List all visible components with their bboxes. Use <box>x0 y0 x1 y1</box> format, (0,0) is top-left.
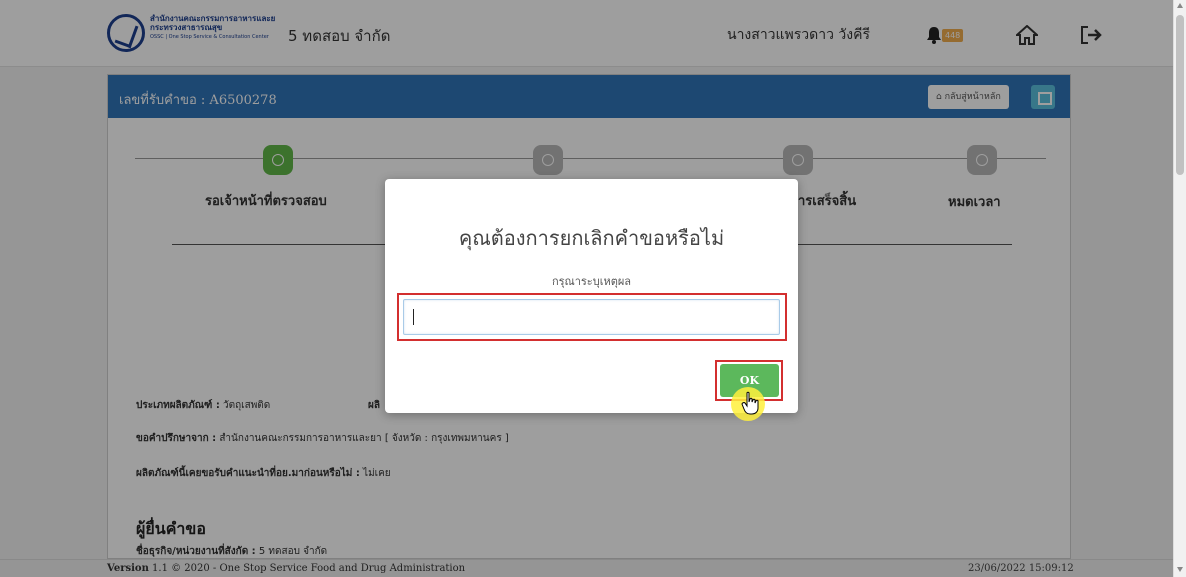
scroll-up-arrow-icon[interactable] <box>1177 3 1183 8</box>
scroll-down-arrow-icon[interactable] <box>1177 567 1183 572</box>
text-caret <box>413 309 414 325</box>
dialog-subtitle: กรุณาระบุเหตุผล <box>551 275 632 288</box>
scroll-thumb[interactable] <box>1176 15 1184 175</box>
reason-input[interactable] <box>403 299 780 335</box>
hand-cursor-icon <box>741 391 759 415</box>
cancel-request-dialog: คุณต้องการยกเลิกคำขอหรือไม่ กรุณาระบุเหต… <box>385 179 798 413</box>
page-scrollbar[interactable] <box>1173 0 1186 577</box>
dialog-title: คุณต้องการยกเลิกคำขอหรือไม่ <box>458 226 725 250</box>
